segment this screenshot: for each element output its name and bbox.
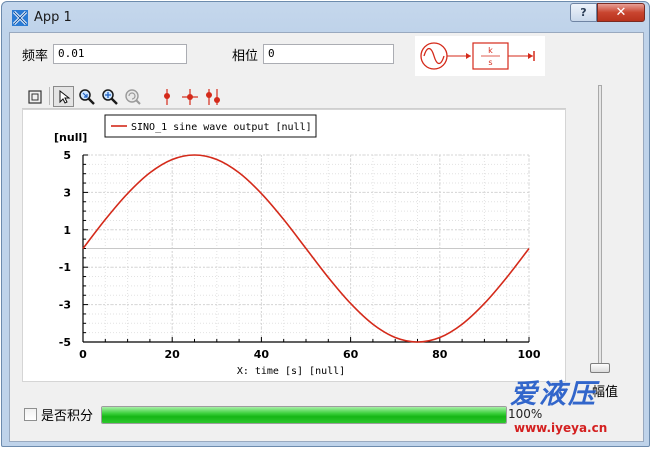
plot-area[interactable]: 5 3 1 -1 -3 -5 0 20 40 60 80 100 [null] X: time [s… (22, 109, 566, 382)
plot-toolbar (22, 83, 566, 109)
integrate-label: 是否积分 (41, 409, 94, 424)
title-bar[interactable]: App 1 ? ✕ (2, 2, 649, 32)
window-title: App 1 (34, 10, 72, 25)
watermark-url: www.iyeya.cn (514, 421, 608, 435)
toolbar-separator (49, 87, 50, 105)
x-tick-label: 0 (79, 348, 87, 361)
block-diagram-image: k s (415, 36, 545, 76)
layout-icon[interactable] (24, 86, 45, 107)
cursor-icon[interactable] (156, 86, 177, 107)
y-axis-label: [null] (54, 131, 87, 144)
x-tick-label: 20 (165, 348, 181, 361)
phase-input[interactable]: 0 (263, 44, 394, 64)
x-tick-label: 100 (518, 348, 541, 361)
y-tick-label: -3 (59, 299, 71, 312)
x-tick-label: 40 (254, 348, 270, 361)
y-tick-label: -1 (59, 261, 71, 274)
close-button[interactable]: ✕ (597, 3, 645, 22)
frequency-label: 频率 (22, 49, 49, 64)
x-tick-label: 80 (432, 348, 448, 361)
legend-label: SINO_1 sine wave output [null] (131, 122, 312, 133)
sine-chart: 5 3 1 -1 -3 -5 0 20 40 60 80 100 [null] X: time [s… (54, 114, 541, 377)
app-icon (12, 10, 28, 26)
phase-label: 相位 (232, 49, 259, 64)
cursor-add-icon[interactable] (179, 86, 200, 107)
y-tick-label: 1 (63, 224, 71, 237)
zoom-reset-icon[interactable] (122, 86, 143, 107)
watermark-text: 爱液压 (510, 379, 597, 410)
help-button[interactable]: ? (570, 3, 597, 22)
x-tick-labels: 0 20 40 60 80 100 (79, 348, 541, 361)
gain-label: k (488, 46, 493, 55)
integrator-label: s (488, 58, 492, 67)
cursor-delta-icon[interactable] (202, 86, 223, 107)
amplitude-slider-track[interactable] (598, 85, 602, 372)
y-tick-label: -5 (59, 336, 71, 349)
zoom-in-icon[interactable] (76, 86, 97, 107)
zoom-fit-icon[interactable] (99, 86, 120, 107)
y-tick-label: 5 (63, 149, 71, 162)
x-tick-label: 60 (343, 348, 359, 361)
x-axis-label: X: time [s] [null] (237, 366, 345, 377)
pointer-icon[interactable] (53, 86, 74, 107)
legend-box: SINO_1 sine wave output [null] (104, 114, 317, 138)
y-tick-label: 3 (63, 186, 71, 199)
y-tick-labels: 5 3 1 -1 -3 -5 (59, 149, 71, 349)
progress-fill (102, 407, 506, 423)
frequency-input[interactable]: 0.01 (53, 44, 187, 64)
integrate-checkbox[interactable] (24, 408, 37, 421)
progress-bar (101, 406, 507, 424)
